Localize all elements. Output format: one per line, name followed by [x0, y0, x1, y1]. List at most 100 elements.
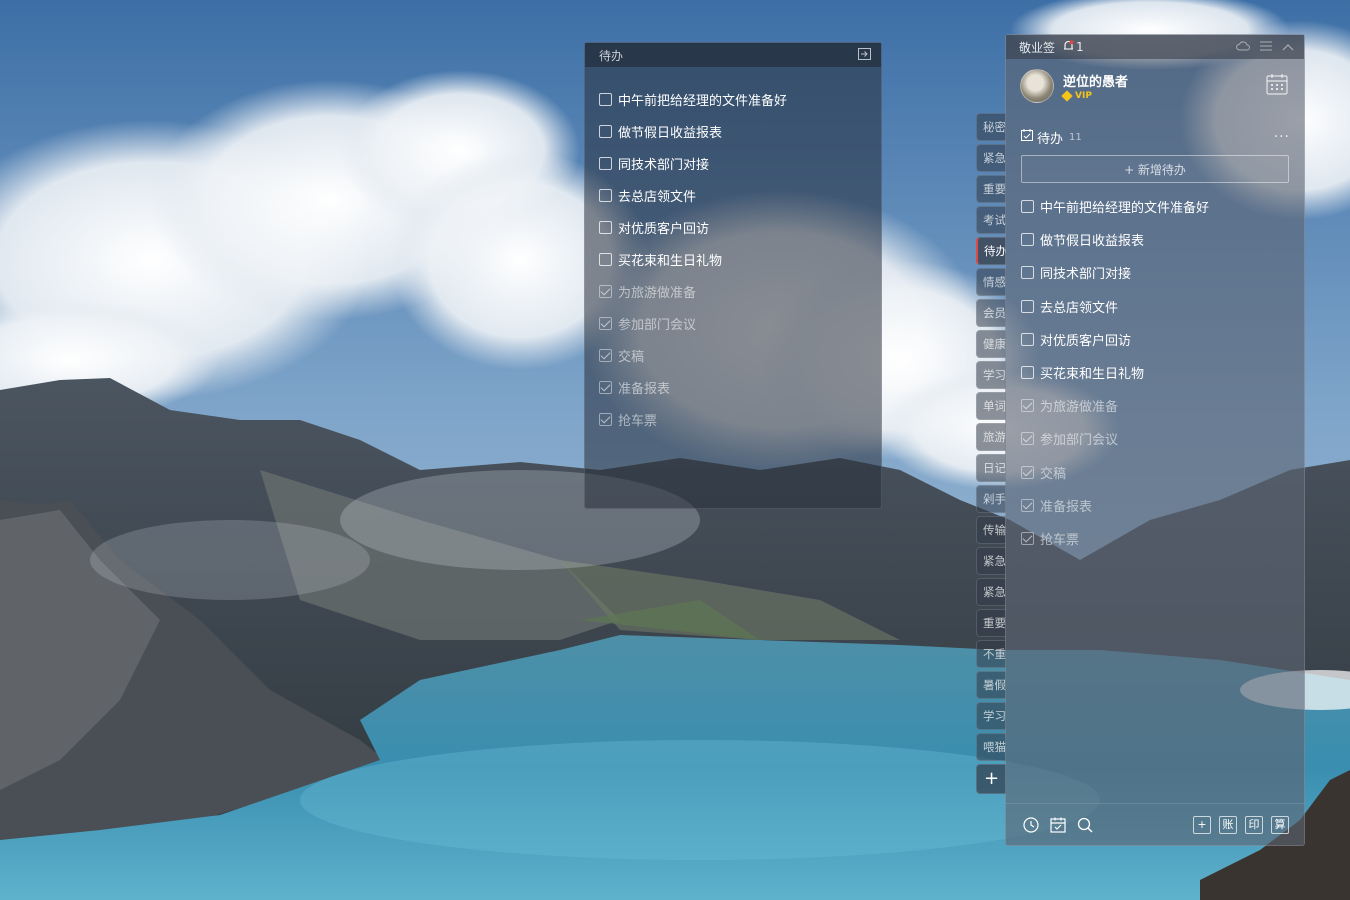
category-tab[interactable]: 紧急	[976, 547, 1006, 575]
checkbox[interactable]	[1021, 531, 1034, 545]
note-todo-item[interactable]: 交稿	[599, 339, 881, 371]
category-tab[interactable]: 传输	[976, 516, 1006, 544]
checkbox[interactable]	[599, 348, 612, 362]
note-todo-item[interactable]: 中午前把给经理的文件准备好	[599, 83, 881, 115]
checkbox[interactable]	[1021, 366, 1034, 380]
todo-item[interactable]: 去总店领文件	[1021, 290, 1304, 323]
username[interactable]: 逆位的愚者	[1063, 71, 1128, 90]
note-todo-item[interactable]: 对优质客户回访	[599, 211, 881, 243]
search-icon[interactable]	[1076, 816, 1094, 834]
todo-item[interactable]: 中午前把给经理的文件准备好	[1021, 190, 1304, 223]
category-tab[interactable]: 喂猫	[976, 733, 1006, 761]
note-todo-item[interactable]: 同技术部门对接	[599, 147, 881, 179]
print-button[interactable]: 印	[1245, 815, 1263, 834]
cloud-sync-icon[interactable]	[1236, 40, 1250, 54]
checkbox[interactable]	[599, 124, 612, 138]
category-tab[interactable]: 情感	[976, 268, 1006, 296]
more-options-button[interactable]: ···	[1274, 129, 1290, 145]
note-todo-item[interactable]: 抢车票	[599, 403, 881, 435]
note-todo-text: 准备报表	[618, 381, 671, 397]
checkbox[interactable]	[599, 316, 612, 330]
todo-text: 交稿	[1040, 466, 1067, 482]
category-tab[interactable]: 紧急	[976, 144, 1006, 172]
category-tab[interactable]: 考试	[976, 206, 1006, 234]
checkbox[interactable]	[1021, 399, 1034, 413]
app-title: 敬业签	[1019, 40, 1056, 55]
calculator-button[interactable]: 算	[1271, 815, 1289, 834]
notification-button[interactable]: 1	[1063, 39, 1084, 55]
todo-text: 为旅游做准备	[1040, 400, 1119, 416]
category-tab[interactable]: 健康	[976, 330, 1006, 358]
todo-item[interactable]: 为旅游做准备	[1021, 389, 1304, 422]
note-todo-item[interactable]: 做节假日收益报表	[599, 115, 881, 147]
category-tab[interactable]: 重要	[976, 609, 1006, 637]
category-tab[interactable]: 会员	[976, 299, 1006, 327]
category-tab[interactable]: 剁手	[976, 485, 1006, 513]
category-tab[interactable]: 不重	[976, 640, 1006, 668]
note-todo-item[interactable]: 买花束和生日礼物	[599, 243, 881, 275]
category-tab[interactable]: 紧急	[976, 578, 1006, 606]
panel-titlebar[interactable]: 敬业签 1	[1006, 35, 1304, 59]
add-note-button[interactable]: +	[1193, 815, 1211, 834]
dock-icon[interactable]	[858, 47, 871, 63]
bell-icon	[1063, 39, 1074, 55]
checkbox[interactable]	[1021, 332, 1034, 346]
todo-text: 对优质客户回访	[1040, 333, 1132, 349]
note-titlebar[interactable]: 待办	[585, 43, 881, 67]
category-tab[interactable]: 学习	[976, 361, 1006, 389]
checklist-icon[interactable]	[1049, 816, 1067, 834]
ledger-button[interactable]: 账	[1219, 815, 1237, 834]
category-tab[interactable]: 旅游	[976, 423, 1006, 451]
category-tab[interactable]: 重要	[976, 175, 1006, 203]
todo-item[interactable]: 参加部门会议	[1021, 422, 1304, 455]
menu-icon[interactable]	[1260, 40, 1272, 54]
todo-item[interactable]: 买花束和生日礼物	[1021, 356, 1304, 389]
category-tab[interactable]: 秘密	[976, 113, 1006, 141]
checkbox[interactable]	[599, 220, 612, 234]
category-tab[interactable]: 日记	[976, 454, 1006, 482]
calendar-icon[interactable]	[1266, 73, 1288, 99]
collapse-icon[interactable]	[1282, 40, 1294, 54]
section-header: 待办 11 ···	[1006, 123, 1304, 151]
checkbox[interactable]	[599, 188, 612, 202]
note-todo-item[interactable]: 去总店领文件	[599, 179, 881, 211]
checkbox[interactable]	[599, 380, 612, 394]
checkbox[interactable]	[599, 284, 612, 298]
notification-count: 1	[1076, 40, 1084, 54]
category-tab[interactable]: 学习	[976, 702, 1006, 730]
category-tab[interactable]: 待办	[976, 237, 1006, 265]
checkbox[interactable]	[1021, 432, 1034, 446]
todo-item[interactable]: 做节假日收益报表	[1021, 223, 1304, 256]
clock-icon[interactable]	[1022, 816, 1040, 834]
todo-text: 抢车票	[1040, 532, 1080, 548]
checkbox[interactable]	[1021, 233, 1034, 247]
note-todo-item[interactable]: 参加部门会议	[599, 307, 881, 339]
checkbox[interactable]	[1021, 200, 1034, 214]
checkbox[interactable]	[599, 92, 612, 106]
checkbox[interactable]	[1021, 266, 1034, 280]
note-todo-item[interactable]: 准备报表	[599, 371, 881, 403]
category-tab[interactable]: 暑假	[976, 671, 1006, 699]
checkbox[interactable]	[599, 412, 612, 426]
todo-text: 买花束和生日礼物	[1040, 367, 1145, 383]
note-todo-list: 中午前把给经理的文件准备好 做节假日收益报表 同技术部门对接 去总店领文件 对优质客户回…	[585, 67, 881, 435]
checkbox[interactable]	[599, 252, 612, 266]
todo-item[interactable]: 同技术部门对接	[1021, 256, 1304, 289]
add-todo-button[interactable]: + 新增待办	[1021, 155, 1289, 183]
checkbox[interactable]	[1021, 498, 1034, 512]
todo-item[interactable]: 对优质客户回访	[1021, 323, 1304, 356]
note-todo-item[interactable]: 为旅游做准备	[599, 275, 881, 307]
note-todo-text: 买花束和生日礼物	[618, 253, 723, 269]
sticky-note-window[interactable]: 待办 中午前把给经理的文件准备好 做节假日收益报表 同技术部门对接 去总店领文件 对优质…	[584, 42, 882, 509]
add-category-button[interactable]: +	[976, 764, 1006, 794]
todo-item[interactable]: 交稿	[1021, 456, 1304, 489]
note-todo-text: 参加部门会议	[618, 317, 697, 333]
checkbox[interactable]	[599, 156, 612, 170]
todo-item[interactable]: 抢车票	[1021, 522, 1304, 555]
avatar[interactable]	[1020, 69, 1054, 103]
vip-badge[interactable]: VIP	[1061, 90, 1128, 102]
checkbox[interactable]	[1021, 299, 1034, 313]
todo-item[interactable]: 准备报表	[1021, 489, 1304, 522]
checkbox[interactable]	[1021, 465, 1034, 479]
category-tab[interactable]: 单词	[976, 392, 1006, 420]
